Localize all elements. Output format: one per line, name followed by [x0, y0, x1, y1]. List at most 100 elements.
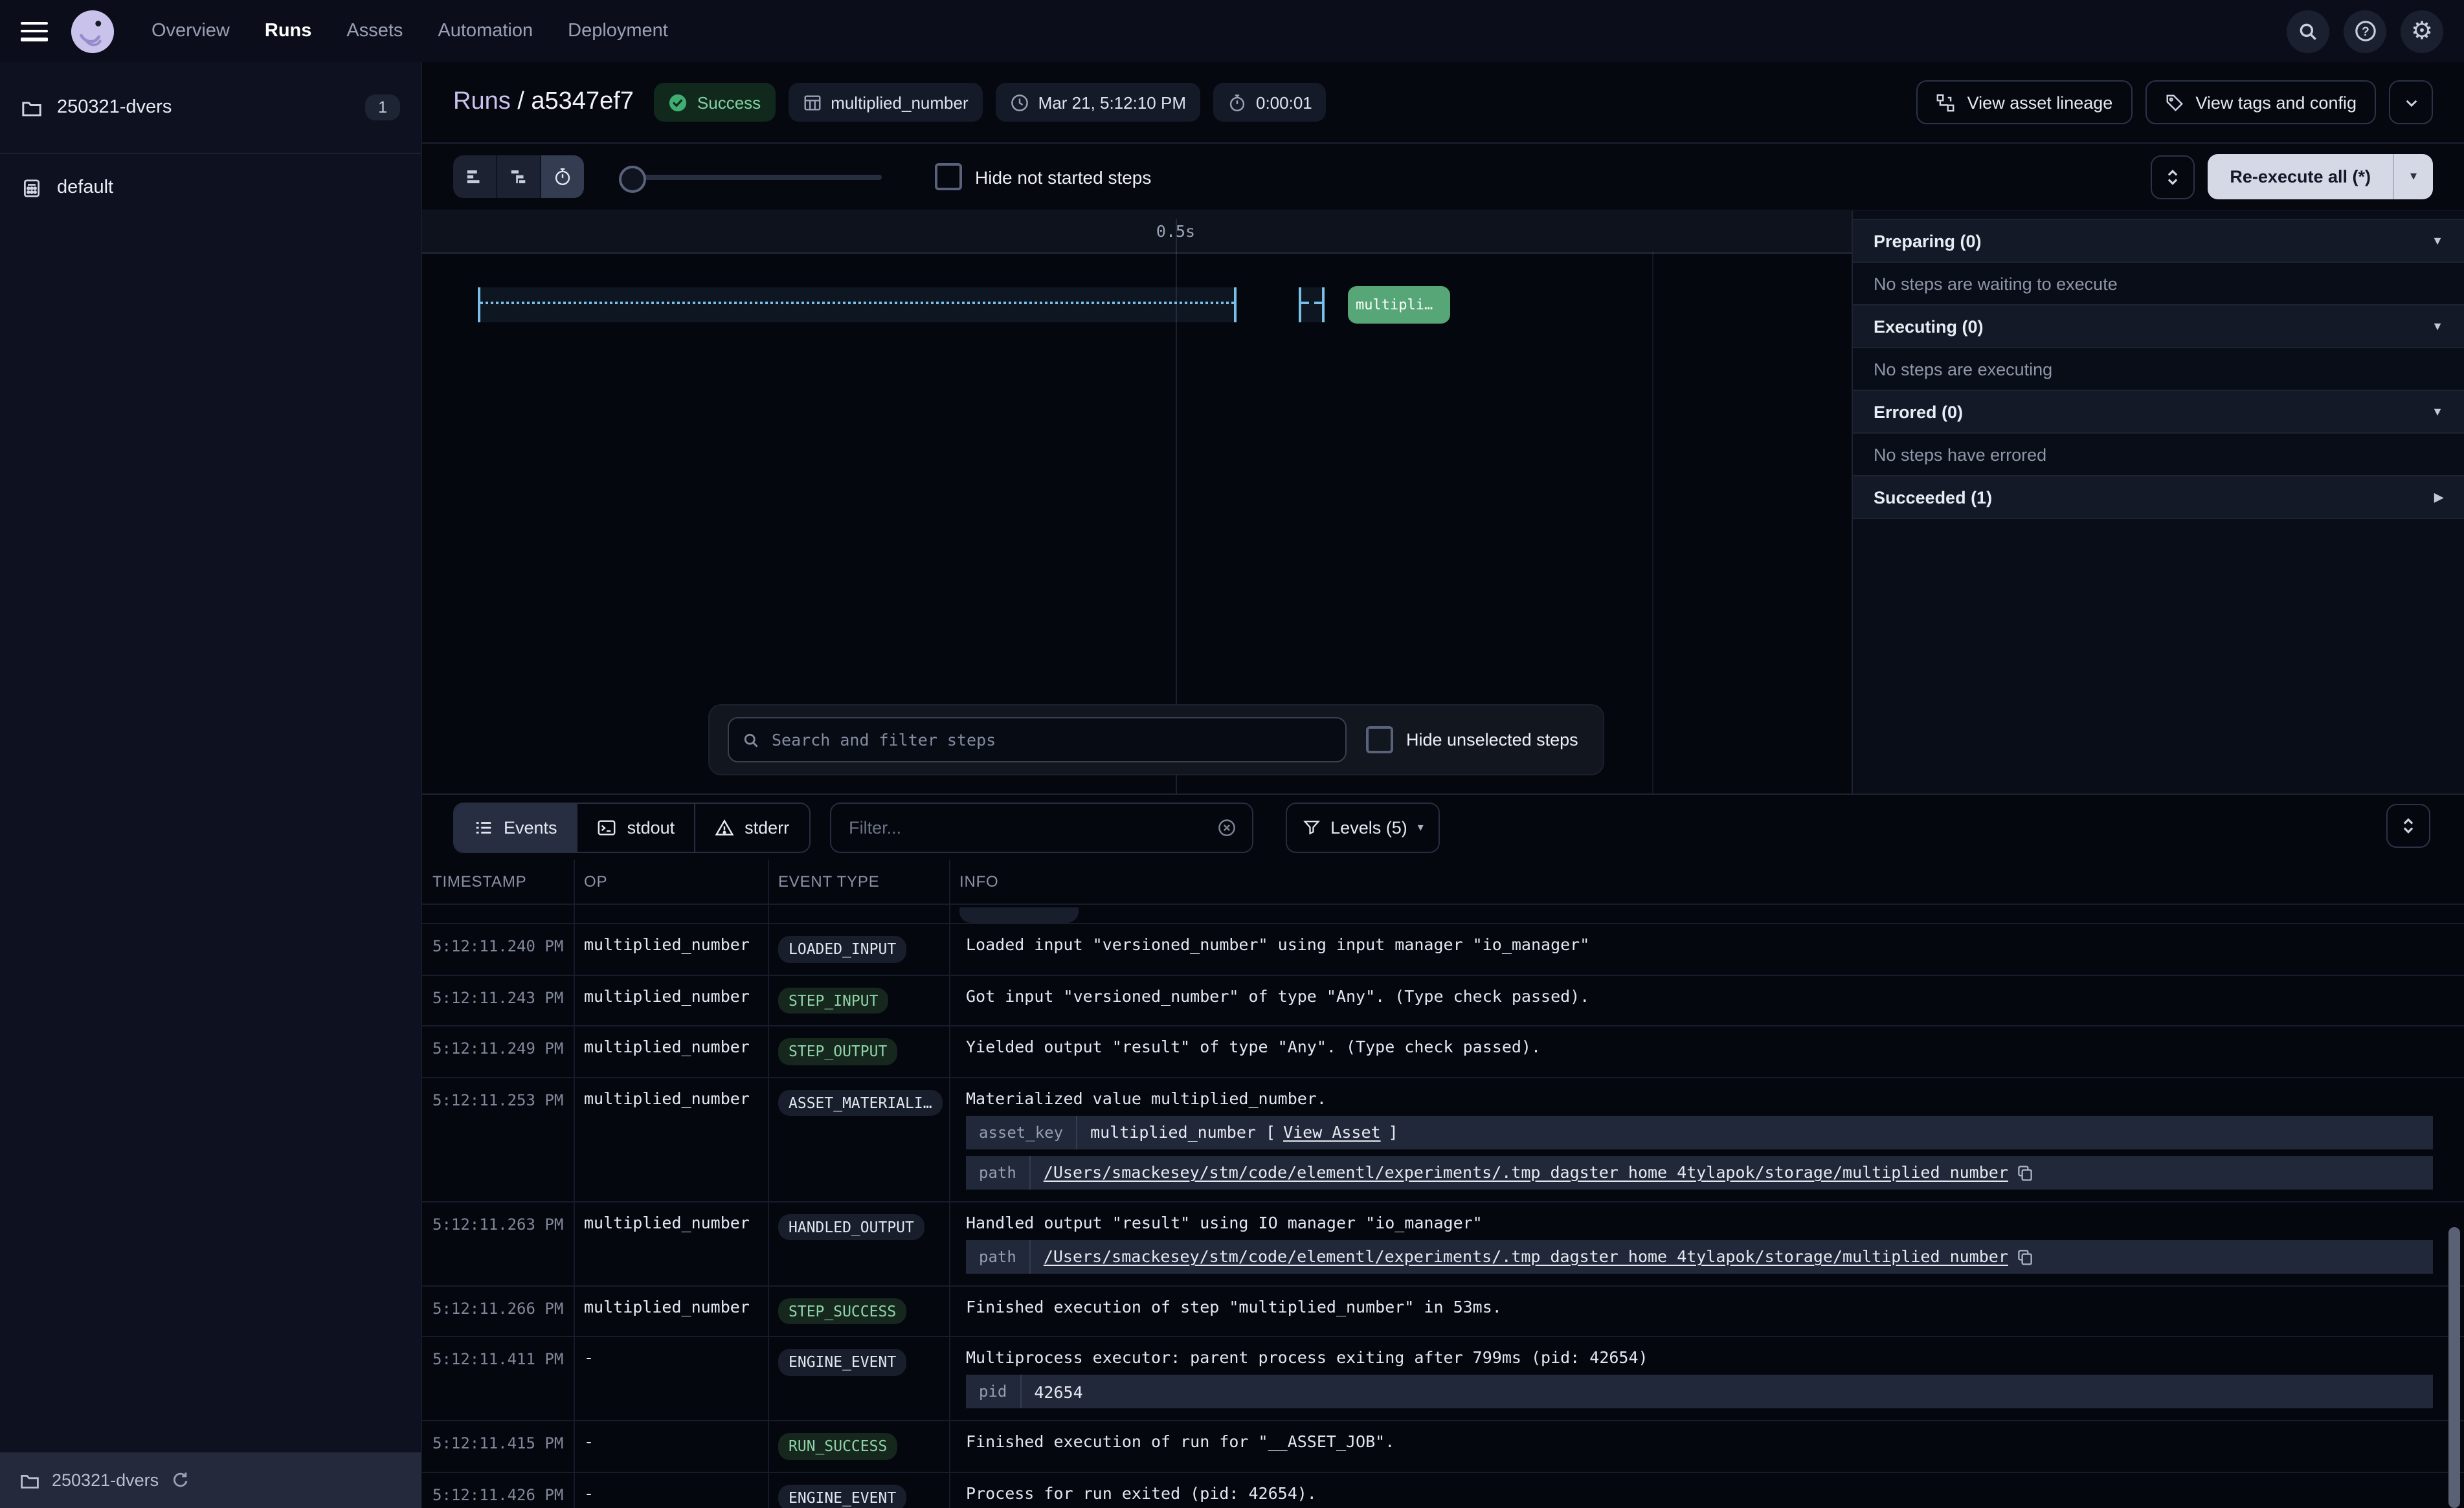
sidebar-item-default-job[interactable]: default	[0, 154, 421, 221]
levels-filter-button[interactable]: Levels (5) ▾	[1285, 802, 1440, 852]
event-type-badge[interactable]: STEP_INPUT	[778, 987, 889, 1014]
gantt-timeline: 0.5s	[422, 211, 1852, 254]
expand-icon	[2401, 817, 2416, 835]
nav-item-deployment[interactable]: Deployment	[568, 21, 668, 41]
status-panel: Preparing (0)▼No steps are waiting to ex…	[1852, 211, 2464, 793]
sidebar-footer[interactable]: 250321-dvers	[0, 1452, 421, 1508]
metadata-link[interactable]: View Asset	[1283, 1122, 1381, 1142]
copy-icon[interactable]	[2016, 1247, 2034, 1265]
vertical-scrollbar[interactable]	[2448, 1227, 2460, 1508]
caret-down-icon: ▾	[2410, 170, 2417, 184]
events-table-body: 5:12:11.240 PMmultiplied_numberLOADED_IN…	[422, 924, 2464, 1508]
event-metadata-row: pid42654	[966, 1375, 2433, 1408]
nav-item-assets[interactable]: Assets	[346, 21, 403, 41]
view-asset-lineage-button[interactable]: View asset lineage	[1917, 80, 2133, 124]
event-type-badge[interactable]: LOADED_INPUT	[778, 936, 906, 962]
event-op: multiplied_number	[574, 986, 768, 1014]
status-section-header[interactable]: Executing (0)▼	[1853, 304, 2464, 348]
metadata-text: multiplied_number [	[1090, 1122, 1275, 1142]
hide-unselected-checkbox-row[interactable]: Hide unselected steps	[1366, 726, 1578, 753]
event-type-badge[interactable]: ENGINE_EVENT	[778, 1484, 906, 1508]
chevron-down-icon	[2402, 94, 2419, 111]
tab-stdout[interactable]: stdout	[578, 803, 696, 851]
caret-right-icon[interactable]: ▶	[2434, 490, 2443, 504]
help-button[interactable]: ?	[2344, 10, 2386, 52]
caret-down-icon[interactable]: ▼	[2432, 405, 2443, 418]
gridline-right	[1652, 252, 1653, 793]
breadcrumb-runs-link[interactable]: Runs	[453, 88, 511, 115]
refresh-icon[interactable]	[170, 1470, 190, 1490]
clear-icon[interactable]	[1216, 817, 1236, 837]
event-timestamp: 5:12:11.411 PM	[422, 1347, 574, 1408]
asset-tag[interactable]: multiplied_number	[788, 83, 982, 122]
event-type-badge[interactable]: STEP_OUTPUT	[778, 1038, 897, 1065]
caret-down-icon[interactable]: ▼	[2432, 320, 2443, 333]
copy-icon[interactable]	[2016, 1163, 2034, 1181]
reexecute-dropdown-button[interactable]: ▾	[2393, 154, 2433, 199]
events-table-header: TIMESTAMP OP EVENT TYPE INFO	[422, 859, 2464, 905]
repo-count-badge: 1	[365, 94, 400, 120]
table-row: 5:12:11.243 PMmultiplied_number STEP_INPU…	[422, 975, 2464, 1026]
gantt-expand-button[interactable]	[2151, 155, 2195, 199]
view-tags-config-button[interactable]: View tags and config	[2145, 80, 2376, 124]
tab-events[interactable]: Events	[454, 803, 578, 851]
sidebar-item-repo[interactable]: 250321-dvers 1	[0, 62, 421, 154]
waterfall-view-button[interactable]	[497, 155, 541, 198]
reexecute-split-button: Re-execute all (*) ▾	[2208, 154, 2433, 199]
settings-button[interactable]: ⚙	[2401, 10, 2443, 52]
event-info-cell: Multiprocess executor: parent process ex…	[949, 1347, 2464, 1408]
nav-item-runs[interactable]: Runs	[265, 21, 312, 41]
timed-view-button[interactable]	[541, 155, 584, 198]
metadata-label: path	[966, 1239, 1031, 1273]
event-timestamp: 5:12:11.249 PM	[422, 1037, 574, 1065]
event-info-cell: Got input "versioned_number" of type "An…	[949, 986, 2464, 1014]
check-circle-icon	[669, 93, 688, 112]
events-expand-button[interactable]	[2386, 804, 2430, 848]
status-section-header[interactable]: Succeeded (1) ▶	[1853, 475, 2464, 519]
event-type-badge[interactable]: RUN_SUCCESS	[778, 1433, 897, 1459]
nav-item-overview[interactable]: Overview	[151, 21, 230, 41]
event-type-cell: HANDLED_OUTPUT	[768, 1212, 949, 1273]
dagster-logo-icon[interactable]	[70, 8, 115, 54]
run-more-actions-button[interactable]	[2389, 80, 2433, 124]
log-filter-input[interactable]	[846, 816, 1216, 838]
menu-icon[interactable]	[21, 21, 48, 41]
tab-stderr[interactable]: stderr	[695, 803, 809, 851]
event-info-cell: Finished execution of step "multiplied_n…	[949, 1296, 2464, 1324]
partial-row	[422, 905, 2464, 924]
slider-knob[interactable]	[619, 166, 646, 193]
metadata-label: path	[966, 1155, 1031, 1189]
search-button[interactable]	[2287, 10, 2329, 52]
steps-search-input[interactable]	[769, 729, 1332, 751]
event-timestamp: 5:12:11.243 PM	[422, 986, 574, 1014]
status-section-header[interactable]: Preparing (0)▼	[1853, 219, 2464, 263]
hide-not-started-checkbox[interactable]	[935, 163, 962, 190]
metadata-link[interactable]: /Users/smackesey/stm/code/elementl/exper…	[1044, 1162, 2008, 1182]
event-type-cell: ASSET_MATERIALI…	[768, 1088, 949, 1189]
event-info-text: Process for run exited (pid: 42654).	[966, 1483, 2433, 1503]
breadcrumb-separator: /	[511, 88, 532, 115]
event-info-text: Handled output "result" using IO manager…	[966, 1212, 2433, 1233]
tag-icon	[2164, 93, 2184, 112]
nav-item-automation[interactable]: Automation	[438, 21, 533, 41]
status-section-title: Succeeded (1)	[1874, 487, 1992, 507]
event-type-badge[interactable]: ASSET_MATERIALI…	[778, 1089, 943, 1116]
step-bar-multiplied-number[interactable]: multipli…	[1348, 286, 1450, 324]
reexecute-all-button[interactable]: Re-execute all (*)	[2208, 154, 2393, 199]
breadcrumb: Runs / a5347ef7	[453, 88, 634, 116]
event-op: multiplied_number	[574, 1088, 768, 1189]
hide-not-started-checkbox-row[interactable]: Hide not started steps	[935, 163, 1151, 190]
zoom-slider[interactable]	[622, 155, 882, 198]
event-type-badge[interactable]: ENGINE_EVENT	[778, 1349, 906, 1375]
caret-down-icon[interactable]: ▼	[2432, 234, 2443, 247]
caret-down-icon: ▾	[1418, 820, 1424, 834]
hide-unselected-checkbox[interactable]	[1366, 726, 1393, 753]
event-type-badge[interactable]: HANDLED_OUTPUT	[778, 1214, 924, 1240]
funnel-icon	[1302, 818, 1320, 836]
event-info-text: Loaded input "versioned_number" using in…	[966, 935, 2433, 955]
event-type-badge[interactable]: STEP_SUCCESS	[778, 1298, 906, 1324]
flat-view-button[interactable]	[453, 155, 497, 198]
metadata-link[interactable]: /Users/smackesey/stm/code/elementl/exper…	[1044, 1247, 2008, 1266]
status-section-title: Errored (0)	[1874, 402, 1963, 421]
status-section-header[interactable]: Errored (0) ▼	[1853, 390, 2464, 434]
